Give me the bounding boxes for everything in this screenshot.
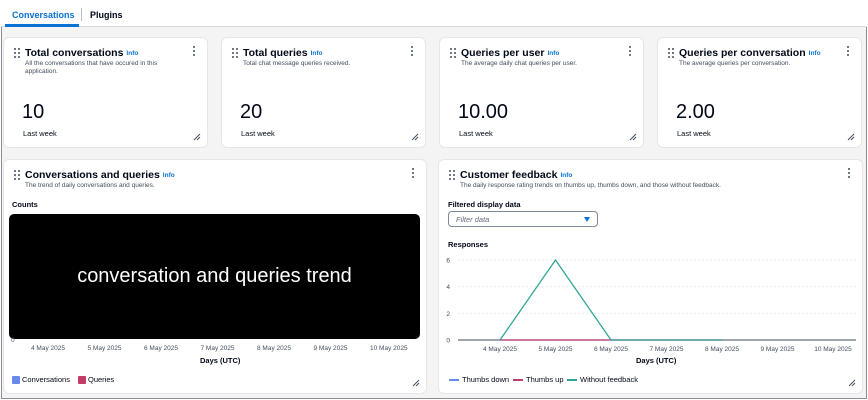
y-axis-zero-label: 0	[11, 337, 15, 344]
x-tick-label: 6 May 2025	[594, 346, 628, 353]
more-actions-icon[interactable]	[845, 46, 851, 58]
metric-title: Total conversations Info	[25, 47, 139, 59]
x-tick-label: 6 May 2025	[144, 345, 178, 352]
drag-handle-icon[interactable]	[668, 48, 675, 58]
info-link[interactable]: Info	[809, 50, 821, 57]
metric-card: Queries per conversation Info The average …	[657, 37, 862, 148]
responses-label: Responses	[448, 240, 489, 249]
x-axis-title: Days (UTC)	[200, 356, 241, 365]
panel-description: The daily response rating trends on thum…	[460, 182, 721, 189]
metric-value: 20	[240, 101, 263, 123]
x-tick-label: 7 May 2025	[650, 346, 684, 353]
y-tick-label: 4	[446, 284, 450, 291]
more-actions-icon[interactable]	[627, 46, 633, 58]
legend-label-queries[interactable]: Queries	[88, 375, 114, 384]
legend-swatch-conversations	[12, 376, 20, 384]
feedback-line-chart: 0 2 4 6 4 May 2025 5 May 2025 6 May 2025 7 May …	[446, 258, 856, 353]
conversation-trend-placeholder: conversation and queries trend	[9, 214, 420, 339]
metric-card: Total queries Info Total chat message quer…	[221, 37, 426, 148]
metric-value: 2.00	[676, 101, 715, 123]
legend-label-thumbs-up[interactable]: Thumbs up	[526, 375, 564, 384]
y-tick-label: 6	[446, 258, 450, 265]
metric-card: Total conversations Info All the conversat…	[3, 37, 208, 148]
legend-swatch-thumbs-up	[513, 379, 523, 381]
metric-description: All the conversations that have occured …	[25, 60, 158, 75]
resize-handle-icon[interactable]	[411, 133, 419, 141]
info-link[interactable]: Info	[560, 172, 572, 179]
resize-handle-icon[interactable]	[847, 133, 855, 141]
x-tick-label: 4 May 2025	[31, 345, 65, 352]
legend-label-without-feedback[interactable]: Without feedback	[580, 375, 638, 384]
filter-placeholder: Filter data	[456, 215, 490, 224]
legend-label-conversations[interactable]: Conversations	[22, 375, 70, 384]
x-tick-label: 9 May 2025	[313, 345, 348, 352]
tab-plugins[interactable]: Plugins	[90, 1, 123, 27]
drag-handle-icon[interactable]	[449, 170, 456, 180]
info-link[interactable]: Info	[547, 50, 559, 57]
y-tick-label: 0	[446, 338, 450, 345]
legend-swatch-without-feedback	[567, 379, 577, 381]
metric-title: Total queries Info	[243, 47, 323, 59]
drag-handle-icon[interactable]	[232, 48, 239, 58]
more-actions-icon[interactable]	[410, 168, 416, 180]
metric-value: 10.00	[458, 101, 509, 123]
series-line-without-feedback	[499, 258, 722, 341]
x-tick-label: 5 May 2025	[87, 345, 122, 352]
metric-title: Queries per user Info	[461, 47, 560, 59]
resize-handle-icon[interactable]	[412, 379, 420, 387]
metric-description: The average daily chat queries per user.	[461, 60, 577, 67]
filter-select[interactable]: Filter data	[448, 211, 598, 227]
counts-label: Counts	[12, 200, 38, 209]
metric-period: Last week	[23, 129, 57, 138]
info-link[interactable]: Info	[126, 50, 138, 57]
drag-handle-icon[interactable]	[14, 48, 21, 58]
active-tab-indicator	[5, 24, 79, 27]
metric-description: Total chat message queries received.	[243, 60, 351, 67]
x-tick-label: 5 May 2025	[539, 346, 573, 353]
panel-title: Customer feedback Info	[460, 169, 573, 181]
resize-handle-icon[interactable]	[193, 133, 201, 141]
x-tick-label: 9 May 2025	[761, 346, 795, 353]
resize-handle-icon[interactable]	[629, 133, 637, 141]
legend-label-thumbs-down[interactable]: Thumbs down	[462, 375, 509, 384]
x-tick-label: 10 May 2025	[814, 346, 852, 353]
info-link[interactable]: Info	[163, 172, 175, 179]
resize-handle-icon[interactable]	[848, 379, 856, 387]
x-tick-label: 4 May 2025	[483, 346, 517, 353]
metric-period: Last week	[459, 129, 493, 138]
x-axis-title: Days (UTC)	[636, 356, 677, 365]
panel-title: Conversations and queries Info	[25, 169, 175, 181]
metric-period: Last week	[677, 129, 711, 138]
more-actions-icon[interactable]	[409, 46, 415, 58]
drag-handle-icon[interactable]	[450, 48, 457, 58]
tab-divider	[81, 8, 82, 21]
x-tick-label: 7 May 2025	[200, 345, 235, 352]
metric-description: The average queries per conversation.	[679, 60, 791, 67]
x-tick-label: 8 May 2025	[705, 346, 739, 353]
metric-period: Last week	[241, 129, 275, 138]
x-tick-label: 10 May 2025	[370, 345, 408, 352]
tab-bar: Conversations Plugins	[1, 1, 867, 27]
y-tick-label: 2	[446, 311, 450, 318]
metric-value: 10	[22, 101, 45, 123]
panel-description: The trend of daily conversations and que…	[25, 182, 155, 189]
filter-label: Filtered display data	[448, 200, 521, 209]
info-link[interactable]: Info	[311, 50, 323, 57]
metric-card: Queries per user Info The average daily ch…	[439, 37, 644, 148]
caret-down-icon	[584, 217, 590, 222]
legend-swatch-thumbs-down	[449, 379, 459, 381]
more-actions-icon[interactable]	[846, 168, 852, 180]
drag-handle-icon[interactable]	[14, 170, 21, 180]
x-tick-label: 8 May 2025	[257, 345, 291, 352]
legend-swatch-queries	[78, 376, 86, 384]
more-actions-icon[interactable]	[191, 46, 197, 58]
metric-title: Queries per conversation Info	[679, 47, 821, 59]
